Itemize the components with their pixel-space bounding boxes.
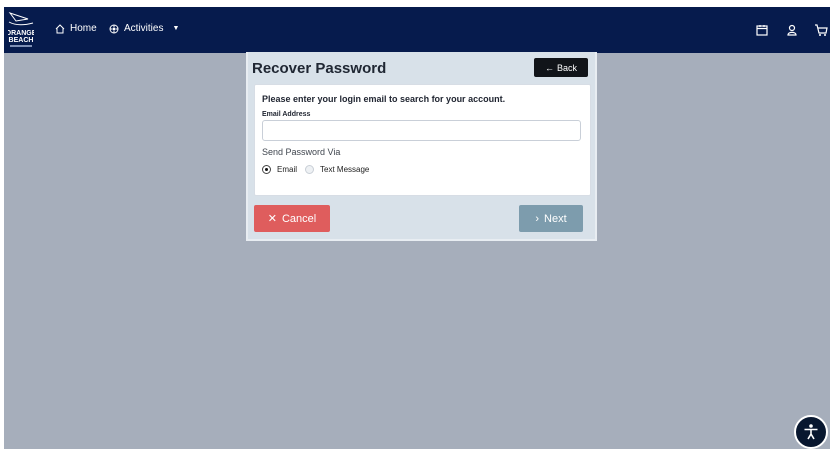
nav-home-link[interactable]: Home (55, 23, 97, 34)
top-navbar: ORANGE BEACH Home Activities ▼ (4, 7, 830, 53)
next-button[interactable]: › Next (519, 205, 583, 232)
nav-home-label: Home (70, 23, 97, 34)
text-message-radio[interactable] (305, 165, 315, 174)
accessibility-icon[interactable] (794, 415, 828, 449)
chevron-down-icon: ▼ (172, 25, 180, 32)
nav-activities-menu[interactable]: Activities ▼ (109, 23, 179, 34)
send-password-via-label: Send Password Via (262, 147, 341, 157)
email-radio[interactable] (262, 165, 271, 174)
close-icon: ✕ (267, 213, 277, 225)
back-button-label: Back (556, 62, 577, 73)
home-icon (55, 23, 65, 33)
cancel-button-label: Cancel (281, 212, 317, 225)
page-frame: ORANGE BEACH Home Activities ▼ (4, 7, 830, 449)
back-button[interactable]: ← Back (534, 58, 588, 77)
user-icon[interactable] (785, 23, 799, 37)
activities-icon (109, 24, 119, 33)
instruction-text: Please enter your login email to search … (262, 94, 506, 104)
svg-text:BEACH: BEACH (9, 37, 34, 44)
page-title: Recover Password (252, 60, 387, 77)
recover-password-panel: Recover Password ← Back Please enter you… (246, 52, 597, 241)
cancel-button[interactable]: ✕ Cancel (254, 205, 330, 232)
send-method-radio-group: Email Text Message (262, 165, 377, 174)
next-button-label: Next (544, 212, 567, 225)
svg-text:ORANGE: ORANGE (8, 30, 34, 37)
email-radio-label: Email (277, 165, 298, 174)
nav-activities-label: Activities (124, 23, 164, 34)
text-message-radio-label: Text Message (320, 165, 370, 174)
arrow-left-icon: ← (544, 62, 554, 73)
orange-beach-logo[interactable]: ORANGE BEACH (8, 11, 34, 49)
email-address-label: Email Address (262, 111, 311, 118)
calendar-icon[interactable] (755, 23, 769, 37)
chevron-right-icon: › (535, 212, 540, 225)
cart-icon[interactable] (814, 23, 828, 37)
email-field[interactable] (262, 120, 581, 141)
recover-form-card: Please enter your login email to search … (254, 84, 591, 196)
